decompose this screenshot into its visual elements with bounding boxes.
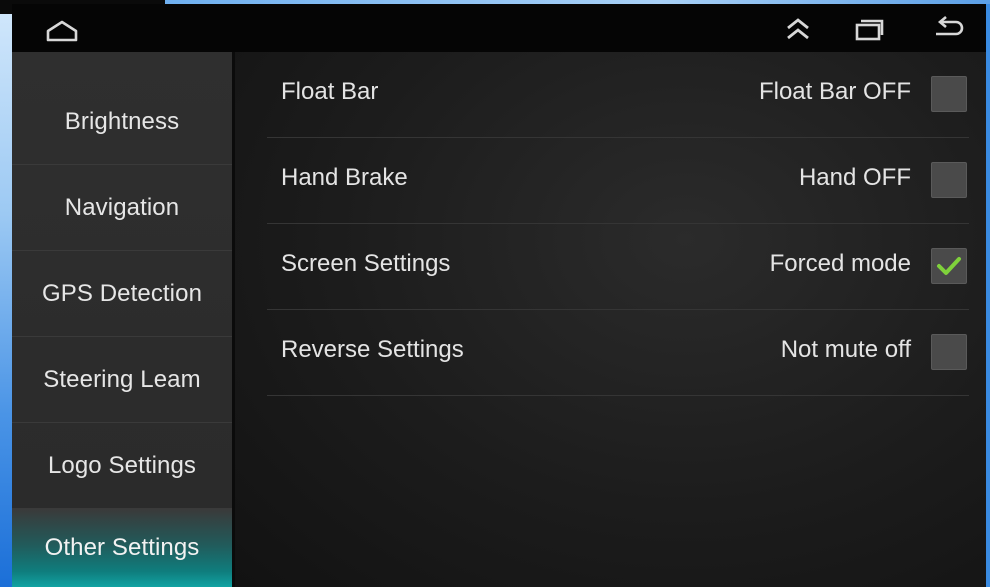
status-bar xyxy=(12,4,986,52)
settings-sidebar: Brightness Navigation GPS Detection Stee… xyxy=(12,52,232,587)
sidebar-item-label: GPS Detection xyxy=(41,279,203,307)
sidebar-item-brightness[interactable]: Brightness xyxy=(12,79,232,165)
setting-row-hand-brake[interactable]: Hand Brake Hand OFF xyxy=(267,138,969,224)
frame-left-edge xyxy=(0,14,12,587)
settings-panel: Float Bar Float Bar OFF Hand Brake Hand … xyxy=(235,52,986,587)
setting-status: Forced mode xyxy=(769,250,911,277)
setting-status: Hand OFF xyxy=(798,164,911,191)
hand-brake-checkbox[interactable] xyxy=(931,162,967,198)
setting-status: Float Bar OFF xyxy=(758,78,911,105)
setting-row-screen-settings[interactable]: Screen Settings Forced mode xyxy=(267,224,969,310)
sidebar-item-other-settings[interactable]: Other Settings xyxy=(12,509,232,587)
setting-label: Hand Brake xyxy=(281,164,408,191)
setting-label: Screen Settings xyxy=(281,250,451,277)
sidebar-item-label: Navigation xyxy=(64,193,180,221)
reverse-settings-checkbox[interactable] xyxy=(931,334,967,370)
setting-row-float-bar[interactable]: Float Bar Float Bar OFF xyxy=(267,52,969,138)
checkmark-icon xyxy=(937,257,961,275)
double-chevron-up-icon[interactable] xyxy=(784,16,812,42)
sidebar-item-steering-learn[interactable]: Steering Leam xyxy=(12,337,232,423)
home-icon[interactable] xyxy=(46,20,78,42)
float-bar-checkbox[interactable] xyxy=(931,76,967,112)
back-icon[interactable] xyxy=(932,16,964,42)
sidebar-item-label: Brightness xyxy=(64,107,180,135)
setting-row-reverse-settings[interactable]: Reverse Settings Not mute off xyxy=(267,310,969,396)
frame-right-edge xyxy=(986,4,990,587)
sidebar-item-label: Logo Settings xyxy=(47,451,197,479)
recents-icon[interactable] xyxy=(854,16,884,42)
head-unit-screen: Brightness Navigation GPS Detection Stee… xyxy=(12,4,986,587)
sidebar-item-navigation[interactable]: Navigation xyxy=(12,165,232,251)
screen-settings-checkbox[interactable] xyxy=(931,248,967,284)
sidebar-item-label: Other Settings xyxy=(44,534,200,561)
sidebar-item-gps-detection[interactable]: GPS Detection xyxy=(12,251,232,337)
setting-label: Float Bar xyxy=(281,78,379,105)
setting-status: Not mute off xyxy=(780,336,911,363)
sidebar-item-logo-settings[interactable]: Logo Settings xyxy=(12,423,232,509)
sidebar-item-label: Steering Leam xyxy=(43,365,201,393)
setting-label: Reverse Settings xyxy=(281,336,464,363)
